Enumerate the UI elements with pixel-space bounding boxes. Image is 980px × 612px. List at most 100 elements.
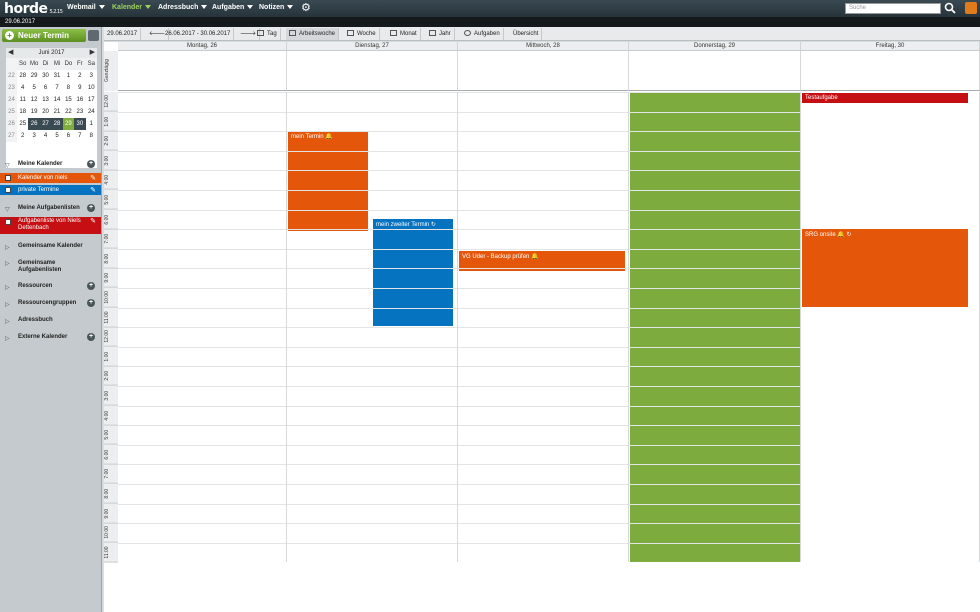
- mini-calendar-day[interactable]: 12: [28, 94, 39, 106]
- nav-adressbuch[interactable]: Adressbuch: [153, 0, 212, 17]
- mini-calendar-day[interactable]: 25: [17, 118, 28, 130]
- mini-calendar-day[interactable]: 30: [40, 70, 51, 82]
- add-resource-icon[interactable]: +: [87, 282, 95, 290]
- mini-calendar-day[interactable]: 6: [40, 82, 51, 94]
- logout-icon[interactable]: [965, 2, 977, 14]
- edit-pencil-icon[interactable]: ✎: [90, 186, 96, 196]
- day-column[interactable]: [458, 92, 629, 563]
- allday-cell[interactable]: [801, 51, 980, 91]
- mini-calendar-day[interactable]: 5: [28, 82, 39, 94]
- search-input[interactable]: Suche: [845, 3, 941, 14]
- day-column[interactable]: [118, 92, 287, 563]
- mini-calendar-week-number[interactable]: 24: [6, 94, 17, 106]
- mini-calendar-day[interactable]: 22: [63, 106, 74, 118]
- mini-calendar-day[interactable]: 4: [40, 130, 51, 142]
- mini-calendar-day[interactable]: 26: [28, 118, 40, 130]
- mini-calendar-day[interactable]: 31: [51, 70, 62, 82]
- mini-calendar-day[interactable]: 23: [74, 106, 85, 118]
- mini-calendar-day[interactable]: 11: [17, 94, 28, 106]
- mini-calendar-day[interactable]: 14: [51, 94, 62, 106]
- mini-calendar-day[interactable]: 5: [51, 130, 62, 142]
- section-meine-kalender[interactable]: ▽ Meine Kalender +: [0, 160, 101, 169]
- mini-calendar-day[interactable]: 3: [86, 70, 97, 82]
- section-ressourcen[interactable]: ▷ Ressourcen +: [0, 282, 101, 291]
- mini-calendar-day[interactable]: 3: [28, 130, 39, 142]
- tab-aufgaben[interactable]: Aufgaben: [461, 28, 504, 40]
- day-header-mon[interactable]: Montag, 26: [118, 42, 287, 51]
- day-column[interactable]: [287, 92, 458, 563]
- add-tasklist-icon[interactable]: +: [87, 204, 95, 212]
- edit-pencil-icon[interactable]: ✎: [90, 218, 96, 225]
- section-adressbuch[interactable]: ▷ Adressbuch: [0, 317, 101, 325]
- date-range-label[interactable]: 26.06.2017 - 30.06.2017: [162, 28, 235, 40]
- mini-calendar-day[interactable]: 7: [74, 130, 85, 142]
- mini-calendar-week-number[interactable]: 23: [6, 82, 17, 94]
- mini-calendar-day[interactable]: 27: [39, 118, 52, 130]
- nav-notizen[interactable]: Notizen: [254, 0, 298, 17]
- section-gemeinsame-aufgabenlisten[interactable]: ▷ Gemeinsame Aufgabenlisten: [0, 260, 80, 274]
- arrow-left-icon[interactable]: ◀: [8, 48, 13, 58]
- mini-calendar-day[interactable]: 28: [51, 118, 63, 130]
- search-icon[interactable]: [944, 2, 956, 14]
- allday-cell[interactable]: [118, 51, 287, 91]
- tab-woche[interactable]: Woche: [344, 28, 380, 40]
- horde-logo[interactable]: horde 5.2.15: [4, 1, 63, 17]
- mini-calendar-day[interactable]: 18: [17, 106, 28, 118]
- mini-calendar-day[interactable]: 8: [63, 82, 74, 94]
- section-externe-kalender[interactable]: ▷ Externe Kalender +: [0, 333, 101, 342]
- mini-calendar-day[interactable]: 17: [86, 94, 97, 106]
- mini-calendar-day[interactable]: 19: [28, 106, 39, 118]
- section-meine-aufgabenlisten[interactable]: ▽ Meine Aufgabenlisten +: [0, 204, 101, 213]
- mini-calendar-day[interactable]: 1: [86, 118, 97, 130]
- calendar-toggle-icon[interactable]: [88, 30, 99, 41]
- new-event-button[interactable]: + Neuer Termin: [2, 29, 86, 42]
- nav-aufgaben[interactable]: Aufgaben: [207, 0, 258, 17]
- mini-calendar-day[interactable]: 15: [63, 94, 74, 106]
- nav-kalender[interactable]: Kalender: [107, 0, 156, 17]
- mini-calendar-day[interactable]: 13: [40, 94, 51, 106]
- edit-pencil-icon[interactable]: ✎: [90, 174, 96, 184]
- tasklist-niels-dettenbach[interactable]: Aufgabenliste von Niels Dettenbach ✎: [0, 217, 101, 234]
- mini-calendar-day[interactable]: 29: [28, 70, 39, 82]
- mini-calendar-day[interactable]: 28: [17, 70, 28, 82]
- allday-cell[interactable]: [287, 51, 458, 91]
- mini-calendar-day[interactable]: 8: [86, 130, 97, 142]
- add-calendar-icon[interactable]: +: [87, 160, 95, 168]
- mini-calendar-day[interactable]: 6: [63, 130, 74, 142]
- day-header-fri[interactable]: Freitag, 30: [801, 42, 980, 51]
- allday-cell[interactable]: [629, 51, 801, 91]
- mini-calendar-day[interactable]: 16: [74, 94, 85, 106]
- mini-calendar-day[interactable]: 9: [74, 82, 85, 94]
- mini-calendar-day[interactable]: 4: [17, 82, 28, 94]
- mini-calendar-week-number[interactable]: 27: [6, 130, 17, 142]
- mini-calendar-day[interactable]: 30: [74, 118, 86, 130]
- tab-arbeitswoche[interactable]: Arbeitswoche: [286, 28, 340, 40]
- section-ressourcengruppen[interactable]: ▷ Ressourcengruppen +: [0, 299, 101, 308]
- checkbox-icon[interactable]: [5, 219, 11, 225]
- day-header-thu[interactable]: Donnerstag, 29: [629, 42, 801, 51]
- tab-jahr[interactable]: Jahr: [426, 28, 455, 40]
- day-column[interactable]: [629, 92, 801, 563]
- mini-calendar-day[interactable]: 10: [86, 82, 97, 94]
- tab-uebersicht[interactable]: Übersicht: [510, 28, 543, 40]
- arrow-right-icon[interactable]: ▶: [90, 48, 95, 58]
- mini-calendar-day[interactable]: 29: [62, 118, 75, 130]
- day-column[interactable]: [801, 92, 980, 563]
- add-external-calendar-icon[interactable]: +: [87, 333, 95, 341]
- tab-monat[interactable]: Monat: [387, 28, 421, 40]
- mini-calendar-day[interactable]: 7: [51, 82, 62, 94]
- mini-calendar-week-number[interactable]: 25: [6, 106, 17, 118]
- nav-webmail[interactable]: Webmail: [62, 0, 110, 17]
- calendar-kalender-von-niels[interactable]: Kalender von niels ✎: [0, 173, 101, 183]
- calendar-private-termine[interactable]: private Termine ✎: [0, 185, 101, 195]
- today-button[interactable]: 29.06.2017: [104, 28, 142, 40]
- mini-calendar-day[interactable]: 21: [51, 106, 62, 118]
- mini-calendar-day[interactable]: 24: [86, 106, 97, 118]
- checkbox-icon[interactable]: [5, 175, 11, 181]
- allday-cell[interactable]: [458, 51, 629, 91]
- mini-calendar-week-number[interactable]: 26: [6, 118, 17, 130]
- mini-calendar-day[interactable]: 1: [63, 70, 74, 82]
- mini-calendar-week-number[interactable]: 22: [6, 70, 17, 82]
- checkbox-icon[interactable]: [5, 187, 11, 193]
- mini-calendar-day[interactable]: 2: [74, 70, 85, 82]
